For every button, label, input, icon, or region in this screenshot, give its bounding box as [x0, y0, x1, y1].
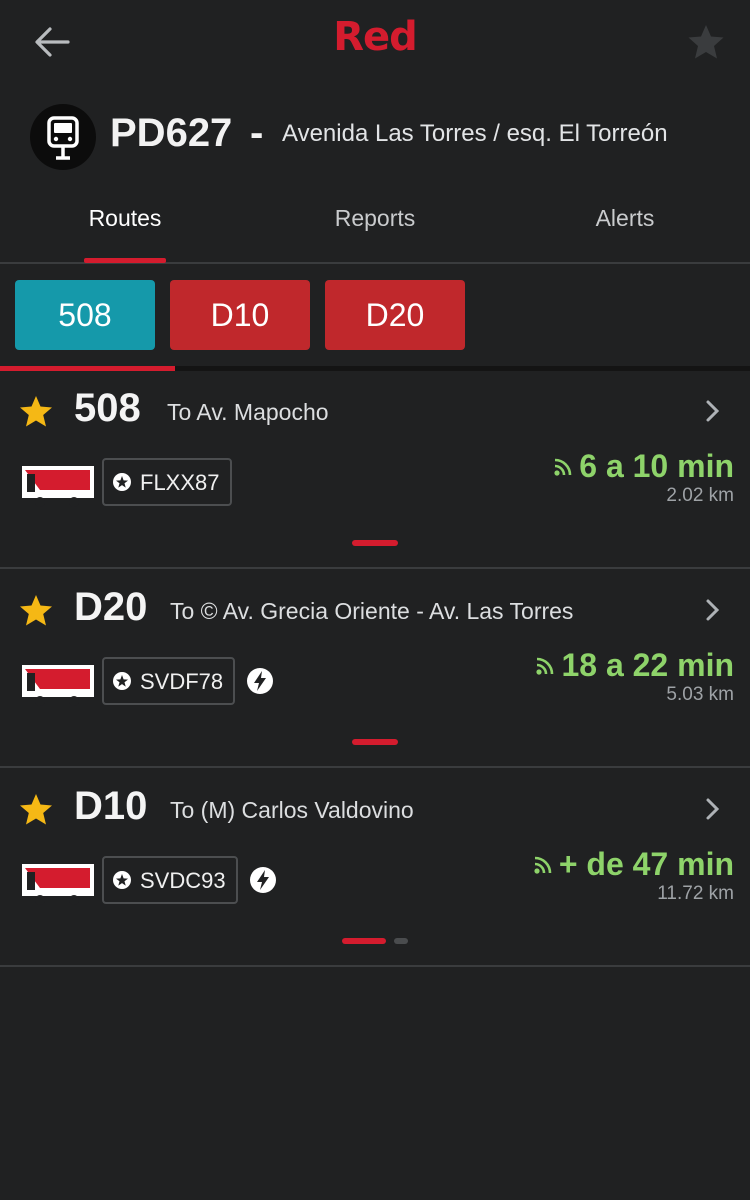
plate-badge-icon [113, 672, 131, 690]
stop-code: PD627 [110, 111, 233, 155]
route-chip-d10[interactable]: D10 [170, 280, 310, 350]
electric-bolt-icon [247, 668, 273, 694]
arrival-card[interactable]: D20 To © Av. Grecia Oriente - Av. Las To… [0, 571, 750, 768]
star-icon[interactable] [18, 394, 54, 430]
eta-time: 6 a 10 min [579, 448, 734, 484]
tab-reports[interactable]: Reports [250, 188, 500, 262]
plate-badge-icon [113, 871, 131, 889]
bus-distance: 11.72 km [657, 883, 734, 904]
route-destination: To (M) Carlos Valdovino [170, 797, 414, 823]
arrival-eta: + de 47 min 11.72 km [533, 846, 734, 905]
plate-badge-icon [113, 473, 131, 491]
chevron-right-icon[interactable] [700, 398, 726, 424]
rss-signal-icon [536, 657, 554, 675]
bus-stop-icon [30, 104, 96, 170]
active-tab-indicator [84, 258, 166, 263]
page-indicator-active [352, 540, 398, 546]
stop-name: Avenida Las Torres / esq. El Torreón [282, 120, 668, 147]
route-chip-d20[interactable]: D20 [325, 280, 465, 350]
route-destination: To © Av. Grecia Oriente - Av. Las Torres [170, 598, 574, 624]
arrival-card[interactable]: D10 To (M) Carlos Valdovino SVDC93 + de … [0, 770, 750, 967]
chevron-right-icon[interactable] [700, 597, 726, 623]
route-destination: To Av. Mapocho [167, 399, 329, 425]
eta-time: + de 47 min [558, 846, 734, 882]
star-icon[interactable] [18, 792, 54, 828]
bus-plate: SVDC93 [102, 856, 238, 904]
tab-routes[interactable]: Routes [0, 188, 250, 262]
rss-signal-icon [534, 856, 552, 874]
route-number: D20 [74, 585, 148, 629]
favorite-star-icon[interactable] [686, 22, 726, 62]
arrival-eta: 6 a 10 min 2.02 km [553, 448, 734, 507]
bus-icon [22, 466, 94, 507]
chip-scroll-track [0, 366, 750, 371]
rss-signal-icon [554, 458, 572, 476]
plate-number: SVDF78 [140, 669, 224, 694]
eta-time: 18 a 22 min [561, 647, 734, 683]
bus-icon [22, 665, 94, 706]
star-icon[interactable] [18, 593, 54, 629]
chip-scroll-indicator [0, 366, 175, 371]
route-number: D10 [74, 784, 148, 828]
tab-bar: Routes Reports Alerts [0, 188, 750, 264]
stop-separator: - [250, 111, 264, 155]
bus-icon [22, 864, 94, 905]
bus-distance: 2.02 km [666, 485, 734, 506]
bus-plate: FLXX87 [102, 458, 232, 506]
route-chip-508[interactable]: 508 [15, 280, 155, 350]
arrival-card[interactable]: 508 To Av. Mapocho FLXX87 6 a 10 min 2.0… [0, 372, 750, 569]
plate-number: SVDC93 [140, 868, 226, 893]
bus-distance: 5.03 km [666, 684, 734, 705]
arrival-eta: 18 a 22 min 5.03 km [535, 647, 734, 706]
chevron-right-icon[interactable] [700, 796, 726, 822]
tab-alerts[interactable]: Alerts [500, 188, 750, 262]
electric-bolt-icon [250, 867, 276, 893]
plate-number: FLXX87 [140, 470, 220, 495]
page-indicator-active [342, 938, 386, 944]
bus-plate: SVDF78 [102, 657, 236, 705]
app-logo: Red [333, 14, 418, 60]
page-indicator-active [352, 739, 398, 745]
top-bar: Red [0, 0, 750, 90]
route-filter-chips: 508 D10 D20 [0, 266, 750, 372]
stop-header: PD627 - Avenida Las Torres / esq. El Tor… [0, 98, 750, 178]
route-number: 508 [74, 386, 141, 430]
page-indicator-inactive [394, 938, 408, 944]
